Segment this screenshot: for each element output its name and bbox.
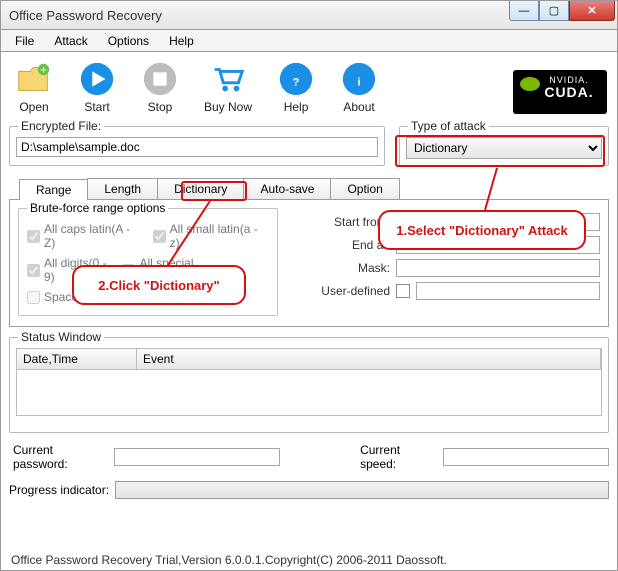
attack-type-legend: Type of attack bbox=[408, 119, 489, 133]
open-label: Open bbox=[19, 100, 48, 114]
tab-autosave[interactable]: Auto-save bbox=[243, 178, 331, 199]
svg-text:?: ? bbox=[293, 77, 300, 89]
current-speed-input[interactable] bbox=[443, 448, 609, 466]
tab-option[interactable]: Option bbox=[330, 178, 399, 199]
window-controls: — ▢ ✕ bbox=[509, 1, 615, 21]
help-label: Help bbox=[284, 100, 309, 114]
chk-small[interactable]: All small latin(a - z) bbox=[153, 222, 269, 250]
current-password-input[interactable] bbox=[114, 448, 280, 466]
end-at-label: End at: bbox=[318, 238, 390, 252]
end-at-input[interactable] bbox=[396, 236, 600, 254]
buynow-button[interactable]: Buy Now bbox=[204, 60, 252, 114]
help-button[interactable]: ? Help bbox=[277, 60, 315, 114]
close-button[interactable]: ✕ bbox=[569, 1, 615, 21]
svg-text:+: + bbox=[40, 64, 47, 76]
cart-icon bbox=[209, 60, 247, 98]
chk-space[interactable]: Space bbox=[27, 290, 269, 304]
menu-bar: File Attack Options Help bbox=[0, 30, 618, 52]
title-bar: Office Password Recovery — ▢ ✕ bbox=[0, 0, 618, 30]
start-label: Start bbox=[84, 100, 109, 114]
range-fields: Start from: End at: Mask: User-defined bbox=[318, 213, 600, 300]
tab-range[interactable]: Range bbox=[19, 179, 88, 200]
progress-label: Progress indicator: bbox=[9, 483, 109, 497]
tab-panel-range: Brute-force range options All caps latin… bbox=[9, 199, 609, 327]
brute-force-group: Brute-force range options All caps latin… bbox=[18, 208, 278, 316]
open-button[interactable]: + Open bbox=[15, 60, 53, 114]
start-button[interactable]: Start bbox=[78, 60, 116, 114]
svg-text:i: i bbox=[357, 77, 360, 89]
mask-label: Mask: bbox=[318, 261, 390, 275]
status-bar: Office Password Recovery Trial,Version 6… bbox=[11, 553, 447, 567]
start-from-label: Start from: bbox=[318, 215, 390, 229]
encrypted-file-legend: Encrypted File: bbox=[18, 119, 104, 133]
attack-type-group: Type of attack Dictionary bbox=[399, 126, 609, 166]
stop-icon bbox=[141, 60, 179, 98]
tab-length[interactable]: Length bbox=[87, 178, 158, 199]
buynow-label: Buy Now bbox=[204, 100, 252, 114]
chk-caps[interactable]: All caps latin(A - Z) bbox=[27, 222, 143, 250]
tab-dictionary[interactable]: Dictionary bbox=[157, 178, 244, 199]
minimize-button[interactable]: — bbox=[509, 1, 539, 21]
about-button[interactable]: i About bbox=[340, 60, 378, 114]
stop-button[interactable]: Stop bbox=[141, 60, 179, 114]
chk-digits[interactable]: All digits(0 - 9) bbox=[27, 256, 112, 284]
status-window-group: Status Window Date,Time Event bbox=[9, 337, 609, 433]
nvidia-eye-icon bbox=[520, 77, 540, 91]
cuda-text: CUDA. bbox=[544, 84, 593, 100]
about-label: About bbox=[343, 100, 374, 114]
attack-type-select[interactable]: Dictionary bbox=[406, 137, 602, 159]
maximize-button[interactable]: ▢ bbox=[539, 1, 569, 21]
chk-special[interactable]: All special symbols(!@#…) bbox=[122, 256, 269, 284]
start-from-input[interactable] bbox=[396, 213, 600, 231]
progress-bar bbox=[115, 481, 609, 499]
user-defined-label: User-defined bbox=[318, 284, 390, 298]
window-title: Office Password Recovery bbox=[9, 8, 162, 23]
toolbar: + Open Start Stop Buy Now ? Help i About… bbox=[9, 58, 609, 122]
menu-help[interactable]: Help bbox=[161, 32, 202, 50]
encrypted-file-input[interactable] bbox=[16, 137, 378, 157]
nvidia-cuda-logo: NVIDIA. CUDA. bbox=[513, 70, 607, 114]
user-defined-checkbox[interactable] bbox=[396, 284, 410, 298]
current-speed-label: Current speed: bbox=[360, 443, 437, 471]
mask-input[interactable] bbox=[396, 259, 600, 277]
stop-label: Stop bbox=[148, 100, 173, 114]
folder-open-icon: + bbox=[15, 60, 53, 98]
status-window-legend: Status Window bbox=[18, 330, 104, 344]
play-icon bbox=[78, 60, 116, 98]
encrypted-file-group: Encrypted File: bbox=[9, 126, 385, 166]
col-datetime[interactable]: Date,Time bbox=[17, 349, 137, 369]
current-password-label: Current password: bbox=[13, 443, 108, 471]
settings-tabs: Range Length Dictionary Auto-save Option bbox=[9, 178, 609, 199]
user-defined-input[interactable] bbox=[416, 282, 600, 300]
status-table: Date,Time Event bbox=[16, 348, 602, 416]
menu-file[interactable]: File bbox=[7, 32, 42, 50]
status-table-header: Date,Time Event bbox=[17, 349, 601, 370]
brute-force-legend: Brute-force range options bbox=[27, 201, 168, 215]
info-icon: i bbox=[340, 60, 378, 98]
help-icon: ? bbox=[277, 60, 315, 98]
menu-attack[interactable]: Attack bbox=[46, 32, 95, 50]
menu-options[interactable]: Options bbox=[100, 32, 157, 50]
col-event[interactable]: Event bbox=[137, 349, 601, 369]
